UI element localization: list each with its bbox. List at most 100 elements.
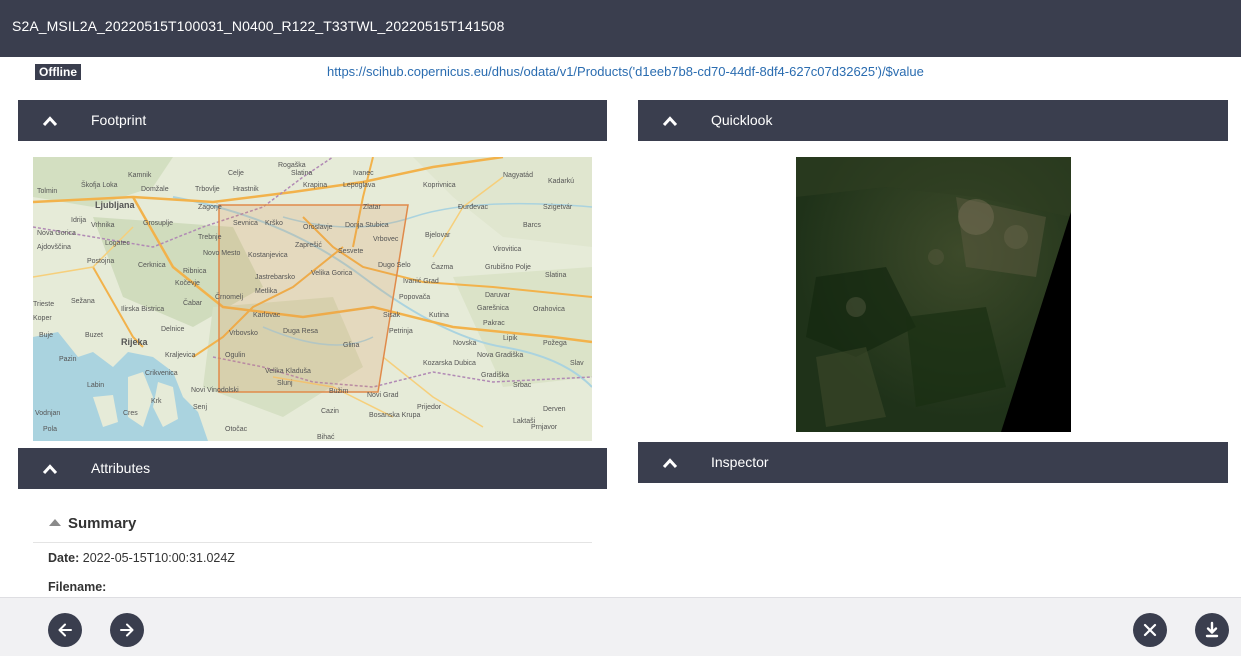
map-label: Slatina [545, 272, 567, 279]
map-label: Novi Vinodolski [191, 387, 239, 394]
quicklook-image [796, 157, 1071, 432]
map-label: Petrinja [389, 328, 413, 335]
map-label: Bosanska Krupa [369, 412, 420, 419]
map-label: Tolmin [37, 188, 57, 195]
footprint-panel-title: Footprint [91, 112, 147, 128]
map-label: Požega [543, 340, 567, 347]
map-label: Grubišno Polje [485, 264, 531, 271]
map-label: Novska [453, 340, 476, 347]
map-label: Ajdovščina [37, 244, 71, 251]
map-label: Kočevje [175, 280, 200, 287]
map-label: Domžale [141, 186, 169, 193]
map-label: Derven [543, 406, 566, 413]
map-label: Cres [123, 410, 138, 417]
quicklook-panel-header[interactable]: Quicklook [638, 100, 1228, 141]
footprint-polygon [218, 204, 409, 393]
map-label: Novi Grad [367, 392, 399, 399]
map-label: Donja Stubica [345, 222, 389, 229]
map-label: Labin [87, 382, 104, 389]
map-label: Nagyatád [503, 172, 533, 179]
map-label: Sesvete [338, 248, 363, 255]
title-bar: S2A_MSIL2A_20220515T100031_N0400_R122_T3… [0, 0, 1241, 57]
map-label: Ivanić Grad [403, 278, 439, 285]
map-label: Lepoglava [343, 182, 375, 189]
map-label: Vrbovec [373, 236, 399, 243]
map-label: Kraljevica [165, 352, 195, 359]
divider [33, 542, 592, 543]
map-label: Srbac [513, 382, 532, 389]
summary-title: Summary [68, 515, 137, 532]
attribute-row-date: Date: 2022-05-15T10:00:31.024Z [48, 551, 235, 565]
inspector-panel-title: Inspector [711, 454, 769, 470]
map-label: Dugo Selo [378, 262, 411, 269]
map-label: Virovitica [493, 246, 521, 253]
attribute-label: Filename: [48, 580, 107, 594]
map-label: Slatina [291, 170, 313, 177]
map-label: Krapina [303, 182, 327, 189]
next-button[interactable] [110, 613, 144, 647]
map-label: Vrbovsko [229, 330, 258, 337]
map-label: Slav [570, 360, 584, 367]
map-label: Kozarska Dubica [423, 360, 476, 367]
map-label: Koprivnica [423, 182, 456, 189]
map-label: Orahovica [533, 306, 565, 313]
product-title: S2A_MSIL2A_20220515T100031_N0400_R122_T3… [12, 18, 505, 34]
map-label: Trbovlje [195, 186, 220, 193]
map-label: Popovača [399, 294, 430, 301]
map-label: Črnomelj [215, 292, 243, 301]
map-label: Ribnica [183, 268, 206, 275]
attribute-value: 2022-05-15T10:00:31.024Z [82, 551, 235, 565]
map-label: Slunj [277, 380, 293, 387]
map-label: Buzet [85, 332, 103, 339]
map-label: Kutina [429, 312, 449, 319]
attribute-label: Date: [48, 551, 80, 565]
map-label: Cerknica [138, 262, 166, 269]
map-label: Nova Gorica [37, 230, 76, 237]
quicklook-raster [796, 157, 1071, 432]
footprint-map[interactable]: Kamnik Celje Slatina Rogaška Ivanec Koprivnic… [33, 157, 592, 441]
map-label: Szigetvár [543, 204, 573, 211]
product-url-link[interactable]: https://scihub.copernicus.eu/dhus/odata/… [327, 64, 924, 79]
map-label: Čazma [431, 262, 453, 271]
map-label: Metlika [255, 288, 277, 295]
map-label: Prnjavor [531, 424, 558, 431]
map-label: Otočac [225, 426, 248, 433]
map-label: Hrastnik [233, 186, 259, 193]
close-button[interactable] [1133, 613, 1167, 647]
bottom-toolbar [0, 597, 1241, 656]
map-label: Škofja Loka [81, 180, 118, 189]
status-badge: Offline [35, 64, 81, 80]
map-label: Sisak [383, 312, 401, 319]
map-label: Duga Resa [283, 328, 318, 335]
footprint-panel-header[interactable]: Footprint [18, 100, 607, 141]
arrow-left-icon [58, 623, 72, 637]
map-label: Rijeka [121, 337, 149, 347]
download-icon [1205, 621, 1219, 638]
arrow-right-icon [120, 623, 134, 637]
inspector-panel-header[interactable]: Inspector [638, 442, 1228, 483]
chevron-up-icon [662, 458, 678, 469]
map-label: Vrhnika [91, 222, 115, 229]
chevron-up-icon [42, 464, 58, 475]
map-label: Krško [265, 220, 283, 227]
map-label: Crikvenica [145, 370, 178, 377]
map-label: Đurđevac [458, 204, 488, 211]
map-label: Pakrac [483, 320, 505, 327]
map-label: Pazin [59, 356, 77, 363]
map-label: Nova Gradiška [477, 352, 523, 359]
chevron-up-icon [49, 519, 61, 526]
map-label: Zlatar [363, 204, 382, 211]
attributes-panel-header[interactable]: Attributes [18, 448, 607, 489]
map-label: Bihać [317, 434, 335, 441]
previous-button[interactable] [48, 613, 82, 647]
download-button[interactable] [1195, 613, 1229, 647]
map-canvas: Kamnik Celje SlatinaRogaškaIvanecKoprivnic… [33, 157, 592, 441]
map-label: Velika Kladuša [265, 368, 311, 375]
summary-section-toggle[interactable]: Summary [48, 515, 136, 532]
attribute-row-filename: Filename: [48, 580, 106, 594]
map-label: Ogulin [225, 352, 245, 359]
map-label: Ljubljana [95, 200, 135, 210]
map-label: Kostanjevica [248, 252, 288, 259]
map-label: Glina [343, 342, 359, 349]
map-label: Sežana [71, 298, 95, 305]
